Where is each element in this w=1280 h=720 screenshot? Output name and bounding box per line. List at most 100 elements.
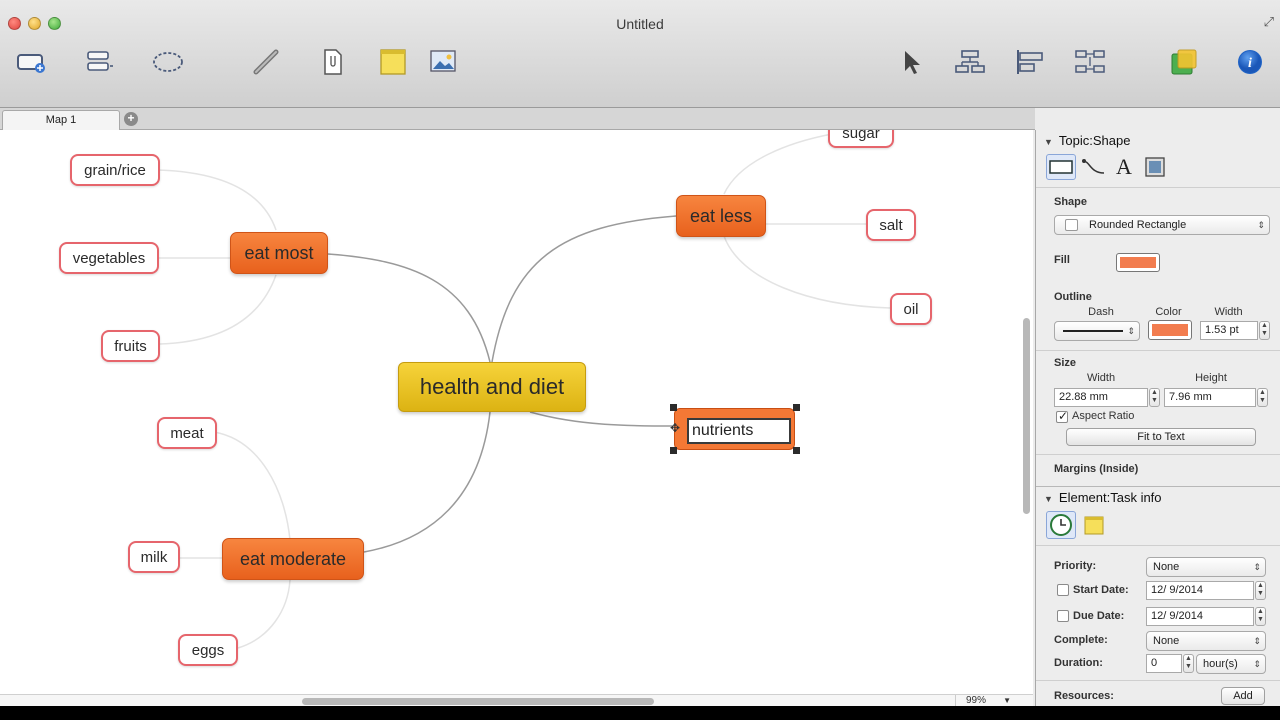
priority-select[interactable]: None ⇕ [1146, 557, 1266, 577]
add-topic-icon [17, 54, 45, 73]
attachment-button[interactable] [310, 48, 354, 100]
duration-field[interactable]: 0 [1146, 654, 1182, 673]
shape-tab[interactable] [1046, 154, 1076, 180]
window-title: Untitled [616, 16, 664, 32]
relationship-button[interactable] [244, 48, 288, 100]
info-button[interactable]: i [1226, 48, 1270, 100]
horizontal-scroll-thumb[interactable] [302, 698, 654, 705]
link-central-nutrients [529, 411, 677, 427]
resize-handle-bottom-right[interactable] [793, 447, 800, 454]
shape-preview-icon [1065, 219, 1078, 231]
topic-eat-moderate[interactable]: eat moderate [222, 538, 364, 580]
outline-width-field[interactable]: 1.53 pt [1200, 321, 1258, 340]
tab-map-1[interactable]: Map 1 [2, 110, 120, 130]
note-icon [380, 49, 406, 75]
central-topic[interactable]: health and diet [398, 362, 586, 412]
notes-tab[interactable] [1082, 513, 1106, 537]
fill-color-well[interactable] [1116, 253, 1160, 272]
aspect-ratio-checkbox[interactable] [1056, 409, 1068, 423]
width-label: Width [1214, 306, 1243, 318]
updown-arrows-icon: ⇕ [1253, 659, 1261, 669]
boundary-button[interactable] [146, 48, 190, 100]
topic-eat-most[interactable]: eat most [230, 232, 328, 274]
arrange-icon [1075, 50, 1105, 73]
resize-handle-bottom-left[interactable] [670, 447, 677, 454]
subtopic-fruits[interactable]: fruits [101, 330, 160, 362]
note-button[interactable] [370, 48, 414, 100]
outline-width-stepper[interactable]: ▲ ▼ [1259, 321, 1270, 340]
vertical-scrollbar[interactable] [1023, 318, 1030, 514]
add-resource-button[interactable]: Add [1221, 687, 1265, 705]
size-height-stepper[interactable]: ▲ ▼ [1257, 388, 1268, 407]
image-tab[interactable] [1142, 155, 1168, 179]
outline-color-well[interactable] [1148, 320, 1192, 340]
shape-label: Shape [1054, 196, 1088, 208]
toolbar: Untitled ⤢ i [0, 0, 1280, 108]
topic-nutrients[interactable]: nutrients [674, 408, 795, 450]
task-section-title: Element:Task info [1058, 490, 1162, 505]
subtopic-milk[interactable]: milk [128, 541, 180, 573]
resize-handle-top-left[interactable] [670, 404, 677, 411]
task-tab[interactable] [1046, 511, 1076, 539]
subtopic-oil[interactable]: oil [890, 293, 932, 325]
arrange-button[interactable] [1068, 48, 1112, 100]
duration-stepper[interactable]: ▲ ▼ [1183, 654, 1194, 673]
shape-section-title: Topic:Shape [1058, 133, 1131, 148]
move-handle-icon[interactable]: ✥ [668, 421, 682, 435]
subtopic-eggs[interactable]: eggs [178, 634, 238, 666]
size-width-field[interactable]: 22.88 mm [1054, 388, 1148, 407]
mind-map-canvas[interactable]: health and diet eat most eat less eat mo… [0, 130, 1033, 694]
subtopic-meat[interactable]: meat [157, 417, 217, 449]
subtopic-icon [87, 51, 113, 71]
fullscreen-icon[interactable]: ⤢ [1264, 14, 1274, 30]
fit-to-text-button[interactable]: Fit to Text [1066, 428, 1256, 446]
layout-button[interactable] [948, 48, 992, 100]
align-button[interactable] [1008, 48, 1052, 100]
due-date-checkbox[interactable] [1057, 610, 1069, 622]
aspect-ratio-label: Aspect Ratio [1072, 410, 1135, 422]
subtopic-salt[interactable]: salt [866, 209, 916, 241]
topic-eat-less[interactable]: eat less [676, 195, 766, 237]
subtopic-grain-rice[interactable]: grain/rice [70, 154, 160, 186]
resize-handle-top-right[interactable] [793, 404, 800, 411]
fill-swatch [1120, 257, 1156, 268]
chevron-down-icon: ▼ [1003, 696, 1011, 705]
updown-arrows-icon: ⇕ [1127, 326, 1135, 336]
divider [1036, 454, 1280, 455]
theme-button[interactable] [1162, 48, 1206, 100]
info-icon: i [1238, 50, 1262, 74]
task-info-section: ▼ Element:Task info Priority: None ⇕ Start… [1036, 486, 1280, 706]
due-date-stepper[interactable]: ▲ ▼ [1255, 607, 1266, 626]
start-date-checkbox[interactable] [1057, 584, 1069, 596]
updown-arrows-icon: ⇕ [1253, 562, 1261, 572]
size-width-stepper[interactable]: ▲ ▼ [1149, 388, 1160, 407]
topic-nutrients-selected[interactable]: nutrients ✥ [670, 404, 800, 454]
link-central-eat-most [327, 253, 491, 363]
app-window: Untitled ⤢ i Map 1 + health and diet eat… [0, 0, 1280, 706]
start-date-stepper[interactable]: ▲ ▼ [1255, 581, 1266, 600]
subtopic-vegetables[interactable]: vegetables [59, 242, 159, 274]
dash-select[interactable]: ⇕ [1054, 321, 1140, 341]
zoom-select[interactable]: 99% ▼ [955, 695, 1017, 706]
shape-section-header[interactable]: ▼ Topic:Shape [1036, 130, 1280, 152]
updown-arrows-icon: ⇕ [1257, 220, 1265, 230]
add-topic-button[interactable] [10, 48, 54, 100]
text-style-tab[interactable]: A [1112, 155, 1136, 179]
due-date-field[interactable]: 12/ 9/2014 [1146, 607, 1254, 626]
subtopic-sugar[interactable]: sugar [828, 130, 894, 148]
horizontal-scrollbar[interactable]: 99% ▼ [0, 694, 1033, 706]
task-section-header[interactable]: ▼ Element:Task info [1036, 487, 1280, 509]
size-height-field[interactable]: 7.96 mm [1164, 388, 1256, 407]
topic-title-editor[interactable]: nutrients [687, 418, 791, 444]
add-sheet-button[interactable]: + [124, 112, 138, 126]
start-date-field[interactable]: 12/ 9/2014 [1146, 581, 1254, 600]
select-tool-button[interactable] [888, 48, 932, 100]
shape-select[interactable]: Rounded Rectangle ⇕ [1054, 215, 1270, 235]
image-button[interactable] [422, 48, 466, 100]
size-height-label: Height [1195, 372, 1227, 384]
subtopic-button[interactable] [78, 48, 122, 100]
complete-select[interactable]: None ⇕ [1146, 631, 1266, 651]
updown-arrows-icon: ⇕ [1253, 636, 1261, 646]
duration-unit-select[interactable]: hour(s) ⇕ [1196, 654, 1266, 674]
line-tab[interactable] [1080, 155, 1108, 179]
